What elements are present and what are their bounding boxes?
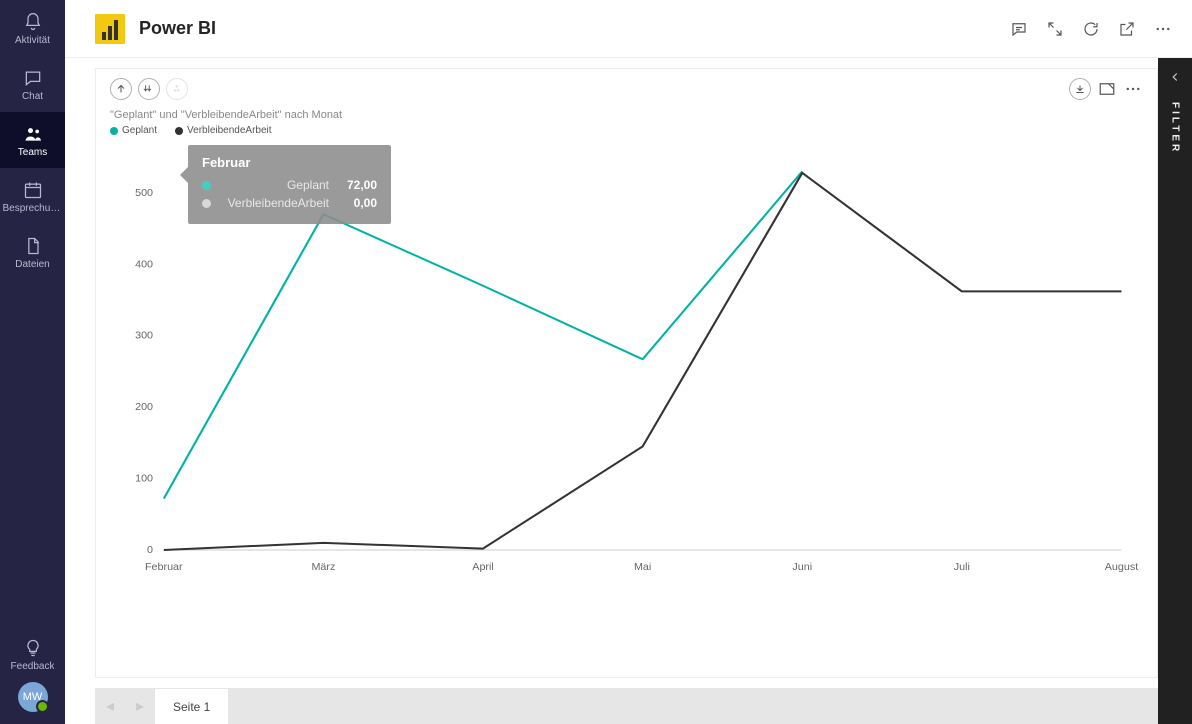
more-icon[interactable]	[1154, 20, 1172, 38]
legend-item-verbleibend[interactable]: VerbleibendeArbeit	[175, 125, 272, 136]
rail-label: Besprechun...	[3, 203, 63, 214]
legend-label: Geplant	[122, 125, 157, 136]
tooltip-label: VerbleibendeArbeit	[219, 194, 329, 212]
legend-dot-icon	[110, 127, 118, 135]
bell-icon	[22, 11, 44, 33]
tooltip-dot-icon	[202, 181, 211, 190]
filter-panel-label[interactable]: FILTER	[1170, 102, 1181, 154]
rail-label: Teams	[18, 147, 47, 158]
rail-item-besprechungen[interactable]: Besprechun...	[0, 168, 65, 224]
file-icon	[22, 235, 44, 257]
refresh-icon[interactable]	[1082, 20, 1100, 38]
calendar-icon	[22, 179, 44, 201]
topbar: Power BI	[65, 0, 1192, 58]
app-title: Power BI	[139, 18, 216, 39]
svg-text:300: 300	[135, 331, 153, 342]
expand-icon	[166, 78, 188, 100]
lightbulb-icon	[22, 637, 44, 659]
visual-toolbar	[96, 69, 1157, 109]
chart-tooltip: Februar Geplant 72,00 VerbleibendeArbeit…	[188, 145, 391, 224]
svg-text:500: 500	[135, 188, 153, 199]
legend-label: VerbleibendeArbeit	[187, 125, 272, 136]
chevron-left-icon[interactable]	[1168, 62, 1182, 92]
svg-text:100: 100	[135, 474, 153, 485]
svg-text:400: 400	[135, 260, 153, 271]
collapse-icon[interactable]	[1046, 20, 1064, 38]
chat-icon	[22, 67, 44, 89]
svg-text:Februar: Februar	[145, 562, 183, 573]
chart-legend: Geplant VerbleibendeArbeit	[96, 125, 1157, 140]
rail-item-teams[interactable]: Teams	[0, 112, 65, 168]
svg-text:Juni: Juni	[792, 562, 812, 573]
tooltip-label: Geplant	[219, 176, 329, 194]
rail-item-feedback[interactable]: Feedback	[0, 626, 65, 682]
export-icon[interactable]	[1069, 78, 1091, 100]
visual-more-icon[interactable]	[1123, 79, 1143, 99]
chart-title: "Geplant" und "VerbleibendeArbeit" nach …	[96, 109, 1157, 125]
svg-text:Juli: Juli	[954, 562, 970, 573]
powerbi-logo-icon	[95, 14, 125, 44]
svg-text:0: 0	[147, 545, 153, 556]
page-tab-bar: ◂ ▸ Seite 1	[95, 688, 1158, 724]
rail-item-dateien[interactable]: Dateien	[0, 224, 65, 280]
page-tab-seite1[interactable]: Seite 1	[155, 688, 228, 724]
filter-panel-collapsed: FILTER	[1158, 58, 1192, 724]
svg-text:März: März	[311, 562, 335, 573]
svg-text:April: April	[472, 562, 494, 573]
legend-item-geplant[interactable]: Geplant	[110, 125, 157, 136]
avatar[interactable]: MW	[18, 682, 48, 712]
tooltip-title: Februar	[202, 155, 377, 170]
rail-label: Dateien	[15, 259, 49, 270]
rail-item-aktivitaet[interactable]: Aktivität	[0, 0, 65, 56]
tooltip-value: 72,00	[337, 176, 377, 194]
tooltip-value: 0,00	[337, 194, 377, 212]
tab-next-icon: ▸	[125, 688, 155, 724]
chart-plot-area[interactable]: 0 100 200 300 400 500 Februar März April Mai Juni J…	[110, 140, 1143, 580]
rail-label: Aktivität	[15, 35, 50, 46]
report-visual-card: "Geplant" und "VerbleibendeArbeit" nach …	[95, 68, 1158, 678]
topbar-actions	[1010, 20, 1172, 38]
rail-item-chat[interactable]: Chat	[0, 56, 65, 112]
drill-down-icon[interactable]	[138, 78, 160, 100]
svg-text:200: 200	[135, 402, 153, 413]
main-area: Power BI	[65, 0, 1192, 724]
tooltip-dot-icon	[202, 199, 211, 208]
comment-icon[interactable]	[1010, 20, 1028, 38]
rail-label: Chat	[22, 91, 43, 102]
popout-icon[interactable]	[1118, 20, 1136, 38]
rail-label: Feedback	[11, 661, 55, 672]
svg-text:August: August	[1105, 562, 1139, 573]
drill-up-icon[interactable]	[110, 78, 132, 100]
focus-mode-icon[interactable]	[1097, 79, 1117, 99]
svg-text:Mai: Mai	[634, 562, 651, 573]
teams-icon	[22, 123, 44, 145]
legend-dot-icon	[175, 127, 183, 135]
left-nav-rail: Aktivität Chat Teams Besprechun... Datei…	[0, 0, 65, 724]
tab-prev-icon: ◂	[95, 688, 125, 724]
